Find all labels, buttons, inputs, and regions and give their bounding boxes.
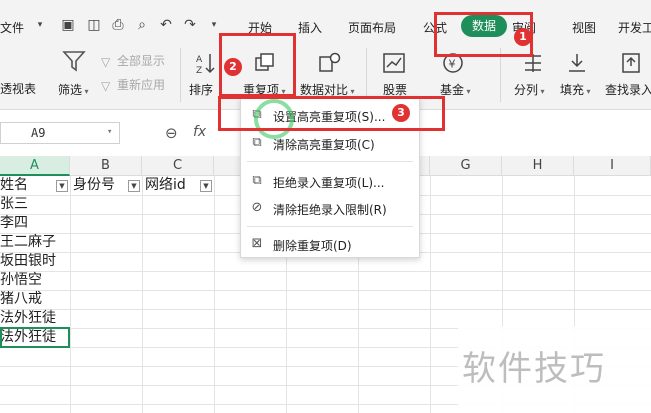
fill-icon	[565, 52, 589, 78]
column-header-g[interactable]: G	[430, 156, 502, 176]
split-chevron-icon: ▾	[538, 87, 545, 96]
filter-chevron-icon: ▾	[82, 87, 89, 96]
table-cell-name[interactable]: 孙悟空	[0, 271, 42, 290]
grid-line	[70, 176, 71, 413]
compare-chevron-icon: ▾	[348, 87, 355, 96]
reject-duplicates-icon: ⧉	[252, 173, 262, 188]
table-cell-name[interactable]: 张三	[0, 195, 28, 214]
reapply-button[interactable]: 重新应用	[117, 76, 165, 93]
tab-developer[interactable]: 开发工	[618, 19, 651, 36]
grid-line	[214, 176, 215, 413]
column-header-h[interactable]: H	[502, 156, 574, 176]
menu-divider	[247, 226, 413, 227]
stocks-icon	[382, 52, 406, 78]
sort-icon: AZ	[195, 52, 217, 78]
header-cell-id-number[interactable]: 身份号	[73, 176, 115, 195]
ribbon-divider	[180, 48, 181, 102]
ribbon-divider	[366, 48, 367, 102]
fill-button[interactable]: 填充 ▾	[560, 81, 591, 98]
name-box-value: A9	[31, 126, 46, 140]
chevron-down-icon[interactable]: ▾	[32, 17, 48, 33]
tab-page-layout[interactable]: 页面布局	[348, 19, 396, 36]
annotation-badge-1: 1	[514, 28, 532, 46]
split-label: 分列	[514, 83, 539, 97]
fund-chevron-icon: ▾	[464, 87, 471, 96]
sort-button[interactable]: 排序	[189, 81, 213, 98]
menu-item-clear-reject-limit[interactable]: ⊘ 清除拒绝录入限制(R)	[241, 197, 419, 219]
fill-chevron-icon: ▾	[584, 87, 591, 96]
undo-icon[interactable]: ↶	[158, 17, 174, 33]
grid-line	[430, 176, 431, 413]
table-cell-name[interactable]: 坂田银时	[0, 252, 56, 271]
fill-label: 填充	[560, 83, 585, 97]
split-button[interactable]: 分列 ▾	[514, 81, 545, 98]
annotation-box-highlight-item	[218, 96, 445, 131]
clear-highlight-icon: ⧉	[252, 135, 262, 150]
menu-divider	[247, 161, 413, 162]
lookup-entry-icon	[620, 52, 644, 78]
grid-line	[142, 176, 143, 413]
menu-item-reject-duplicates[interactable]: ⧉ 拒绝录入重复项(L)...	[241, 170, 419, 192]
filter-dropdown-icon[interactable]: ▼	[128, 180, 140, 192]
show-all-icon: ▽	[101, 55, 111, 69]
menu-item-remove-duplicates[interactable]: ⊠ 删除重复项(D)	[241, 233, 419, 255]
table-cell-name[interactable]: 李四	[0, 214, 28, 233]
table-cell-name[interactable]: 王二麻子	[0, 233, 56, 252]
filter-icon	[62, 50, 86, 76]
column-header-c[interactable]: C	[142, 156, 214, 176]
lookup-entry-button[interactable]: 查找录入	[605, 81, 651, 98]
save-icon[interactable]: ▣	[60, 17, 76, 33]
menu-item-label: 清除拒绝录入限制(R)	[273, 203, 387, 217]
tab-view[interactable]: 视图	[572, 19, 596, 36]
svg-text:A: A	[196, 55, 203, 65]
print-preview-icon[interactable]: ⌕	[134, 17, 150, 33]
watermark: 软件技巧	[458, 326, 651, 413]
print-icon[interactable]: ⎙	[110, 17, 126, 33]
menu-item-label: 清除高亮重复项(C)	[273, 138, 375, 152]
column-header-b[interactable]: B	[70, 156, 142, 176]
grid-line	[0, 290, 651, 291]
annotation-badge-3: 3	[392, 104, 410, 122]
fund-label: 基金	[440, 83, 465, 97]
export-icon[interactable]: ◫	[86, 17, 102, 33]
compare-label: 数据对比	[300, 83, 349, 97]
show-all-button[interactable]: 全部显示	[117, 52, 165, 69]
customize-chevron-icon[interactable]: ▾	[206, 17, 222, 33]
grid-line	[0, 271, 651, 272]
header-cell-network-id[interactable]: 网络id	[145, 176, 186, 195]
remove-duplicates-icon: ⊠	[251, 236, 263, 251]
filter-dropdown-icon[interactable]: ▼	[56, 180, 68, 192]
redo-icon[interactable]: ↷	[182, 17, 198, 33]
filter-button[interactable]: 筛选 ▾	[58, 81, 89, 98]
compare-icon	[318, 52, 342, 78]
menu-bar: 文件 ▾ ▣ ◫ ⎙ ⌕ ↶ ↷ ▾ 开始 插入 页面布局 公式 数据 审阅 视…	[0, 0, 651, 40]
annotation-badge-2: 2	[224, 58, 242, 76]
reapply-icon: ▽	[101, 79, 111, 93]
grid-line	[0, 309, 651, 310]
tab-insert[interactable]: 插入	[298, 19, 322, 36]
name-box-chevron-icon: ▾	[107, 127, 113, 137]
active-cell-outline	[0, 327, 70, 348]
column-header-a[interactable]: A	[0, 156, 70, 176]
table-cell-name[interactable]: 法外狂徒	[0, 309, 56, 328]
column-header-i[interactable]: I	[574, 156, 651, 176]
function-icon[interactable]: fx	[193, 124, 206, 140]
name-box[interactable]: A9 ▾	[0, 122, 120, 144]
clear-reject-icon: ⊘	[251, 200, 263, 215]
svg-text:Z: Z	[196, 66, 202, 74]
header-cell-name[interactable]: 姓名	[0, 176, 28, 195]
svg-text:¥: ¥	[449, 58, 456, 71]
filter-label: 筛选	[58, 83, 83, 97]
menu-item-label: 删除重复项(D)	[273, 239, 352, 253]
zoom-formula-icon[interactable]: ⊖	[165, 124, 178, 142]
pivot-table-button[interactable]: 透视表	[0, 80, 36, 97]
table-cell-name[interactable]: 猪八戒	[0, 290, 42, 309]
filter-dropdown-icon[interactable]: ▼	[200, 180, 212, 192]
menu-file[interactable]: 文件	[0, 19, 24, 36]
menu-item-label: 拒绝录入重复项(L)...	[273, 176, 385, 190]
